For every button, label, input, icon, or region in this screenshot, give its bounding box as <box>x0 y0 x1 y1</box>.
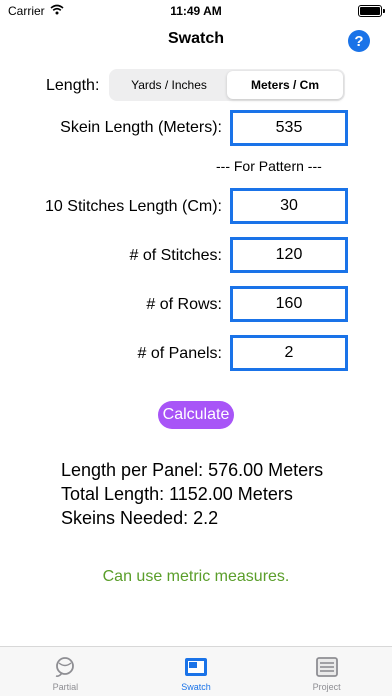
tab-swatch[interactable]: Swatch <box>131 647 262 696</box>
tab-partial[interactable]: Partial <box>0 647 131 696</box>
status-bar: Carrier 11:49 AM <box>0 0 392 24</box>
tab-project[interactable]: Project <box>261 647 392 696</box>
stitches-count-field[interactable]: 120 <box>230 237 348 273</box>
help-button[interactable]: ? <box>348 30 370 52</box>
battery-icon <box>358 5 385 17</box>
tab-project-label: Project <box>312 682 341 692</box>
panels-count-field[interactable]: 2 <box>230 335 348 371</box>
tab-bar: Partial Swatch Project <box>0 646 392 696</box>
length-label: Length: <box>46 77 100 94</box>
metric-note: Can use metric measures. <box>102 568 290 585</box>
skein-length-label: Skein Length (Meters): <box>60 119 222 136</box>
rows-count-label: # of Rows: <box>146 296 222 313</box>
swatch-icon <box>184 655 208 679</box>
tab-partial-label: Partial <box>52 682 79 692</box>
segment-yards-inches[interactable]: Yards / Inches <box>111 71 227 99</box>
calculate-button[interactable]: Calculate <box>158 401 234 429</box>
tab-swatch-label: Swatch <box>181 682 211 692</box>
panels-count-label: # of Panels: <box>137 345 223 362</box>
page-title: Swatch <box>167 30 224 47</box>
skeins-needed-result: Skeins Needed: 2.2 <box>61 508 219 528</box>
yarn-icon <box>53 655 77 679</box>
project-icon <box>315 655 339 679</box>
rows-count-field[interactable]: 160 <box>230 286 348 322</box>
length-unit-segmented-control: Yards / Inches Meters / Cm <box>109 69 345 101</box>
skein-length-field[interactable]: 535 <box>230 110 348 146</box>
status-time: 11:49 AM <box>170 4 222 18</box>
total-length-result: Total Length: 1152.00 Meters <box>61 484 293 504</box>
segment-meters-cm[interactable]: Meters / Cm <box>227 71 343 99</box>
stitches-count-label: # of Stitches: <box>129 247 223 264</box>
length-per-panel-result: Length per Panel: 576.00 Meters <box>61 460 324 480</box>
pattern-section-header: --- For Pattern --- <box>216 158 322 174</box>
stitches-length-label: 10 Stitches Length (Cm): <box>45 198 222 215</box>
stitches-length-field[interactable]: 30 <box>230 188 348 224</box>
